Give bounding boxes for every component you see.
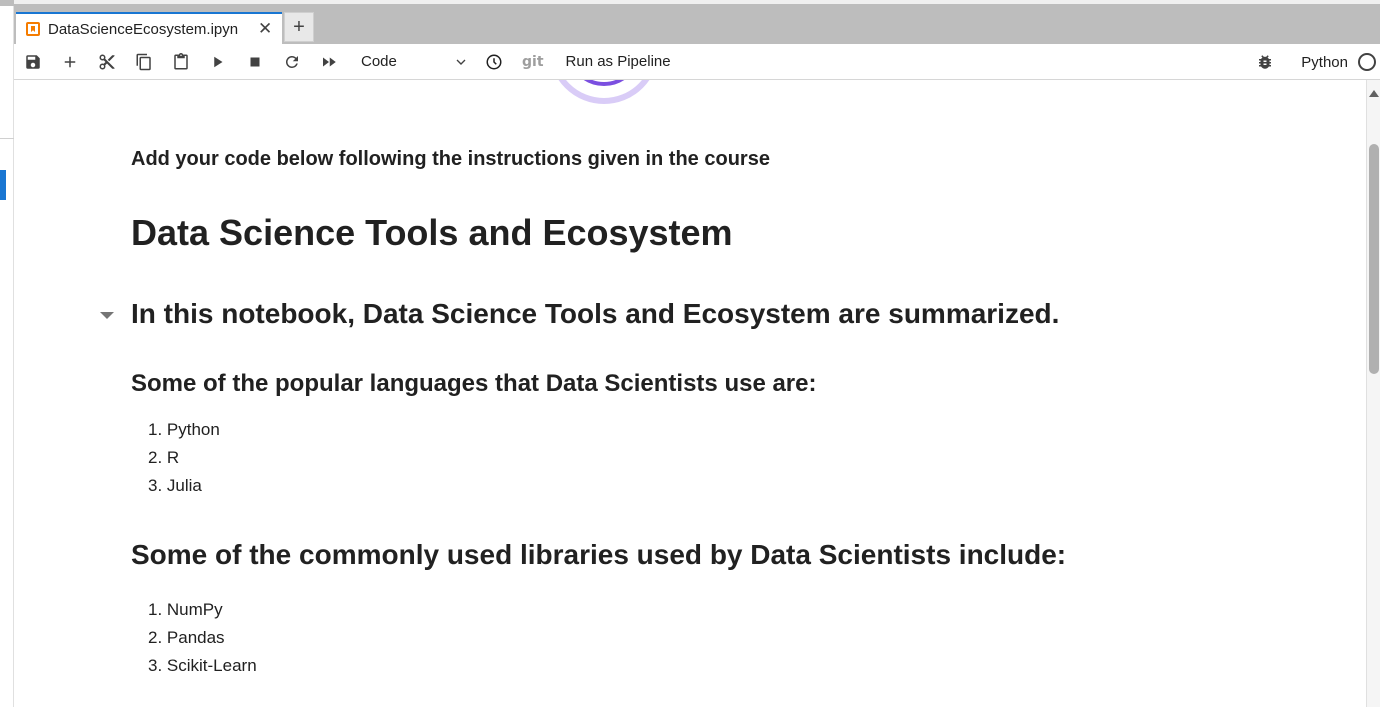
scroll-up-icon[interactable] <box>1369 90 1379 97</box>
debugger-button[interactable] <box>1246 47 1283 77</box>
copy-icon <box>136 53 151 70</box>
run-button[interactable] <box>199 47 236 77</box>
vertical-scrollbar[interactable] <box>1366 80 1380 707</box>
insert-cell-button[interactable] <box>51 47 88 77</box>
libraries-list: 1. NumPy 2. Pandas 3. Scikit-Learn <box>148 596 257 680</box>
course-logo <box>549 80 659 104</box>
restart-button[interactable] <box>273 47 310 77</box>
scrollbar-thumb[interactable] <box>1369 144 1379 374</box>
list-item: 3. Julia <box>148 476 202 495</box>
refresh-icon <box>285 55 298 68</box>
save-icon <box>25 54 40 69</box>
list-item: 2. Pandas <box>148 628 225 647</box>
run-all-button[interactable] <box>310 47 347 77</box>
languages-heading: Some of the popular languages that Data … <box>131 370 817 397</box>
intro-text: Add your code below following the instru… <box>131 148 770 170</box>
kernel-name[interactable]: Python <box>1301 54 1348 71</box>
tab-notebook[interactable]: DataScienceEcosystem.ipyn ✕ <box>16 12 282 44</box>
interrupt-button[interactable] <box>236 47 273 77</box>
languages-list: 1. Python 2. R 3. Julia <box>148 416 220 500</box>
scissors-icon <box>98 54 114 70</box>
cut-button[interactable] <box>88 47 125 77</box>
history-button[interactable] <box>475 47 512 77</box>
clock-icon <box>486 54 501 69</box>
notebook-icon <box>26 22 40 36</box>
plus-icon <box>64 56 75 67</box>
close-tab-icon[interactable]: ✕ <box>258 19 272 39</box>
notebook-title: Data Science Tools and Ecosystem <box>131 212 733 253</box>
list-item: 2. R <box>148 448 180 467</box>
list-item: 3. Scikit-Learn <box>148 656 257 675</box>
tab-bar: DataScienceEcosystem.ipyn ✕ + <box>14 0 1380 44</box>
paste-button[interactable] <box>162 47 199 77</box>
cell-type-value: Code <box>361 53 397 70</box>
bug-icon <box>1258 55 1271 69</box>
new-tab-button[interactable]: + <box>284 12 314 42</box>
play-icon <box>213 56 222 67</box>
copy-button[interactable] <box>125 47 162 77</box>
run-as-pipeline-button[interactable]: Run as Pipeline <box>566 53 671 70</box>
active-sidebar-indicator <box>0 170 6 200</box>
cell-type-select[interactable]: Code <box>355 49 475 75</box>
stop-icon <box>250 57 259 66</box>
git-button[interactable]: git <box>522 54 544 70</box>
chevron-down-icon <box>456 59 466 65</box>
tab-label: DataScienceEcosystem.ipyn <box>48 20 239 38</box>
collapse-heading-icon[interactable] <box>100 312 114 319</box>
save-button[interactable] <box>14 47 51 77</box>
paste-icon <box>173 52 188 69</box>
list-item: 1. NumPy <box>148 600 223 619</box>
kernel-status-icon <box>1358 53 1376 71</box>
fast-forward-icon <box>322 57 336 66</box>
libraries-heading: Some of the commonly used libraries used… <box>131 539 1067 570</box>
notebook-toolbar: Code git Run as Pipeline Python <box>14 44 1380 80</box>
notebook-panel[interactable]: Add your code below following the instru… <box>14 80 1366 707</box>
left-sidebar-strip <box>0 0 14 707</box>
summary-heading: In this notebook, Data Science Tools and… <box>131 298 1060 329</box>
list-item: 1. Python <box>148 420 220 439</box>
